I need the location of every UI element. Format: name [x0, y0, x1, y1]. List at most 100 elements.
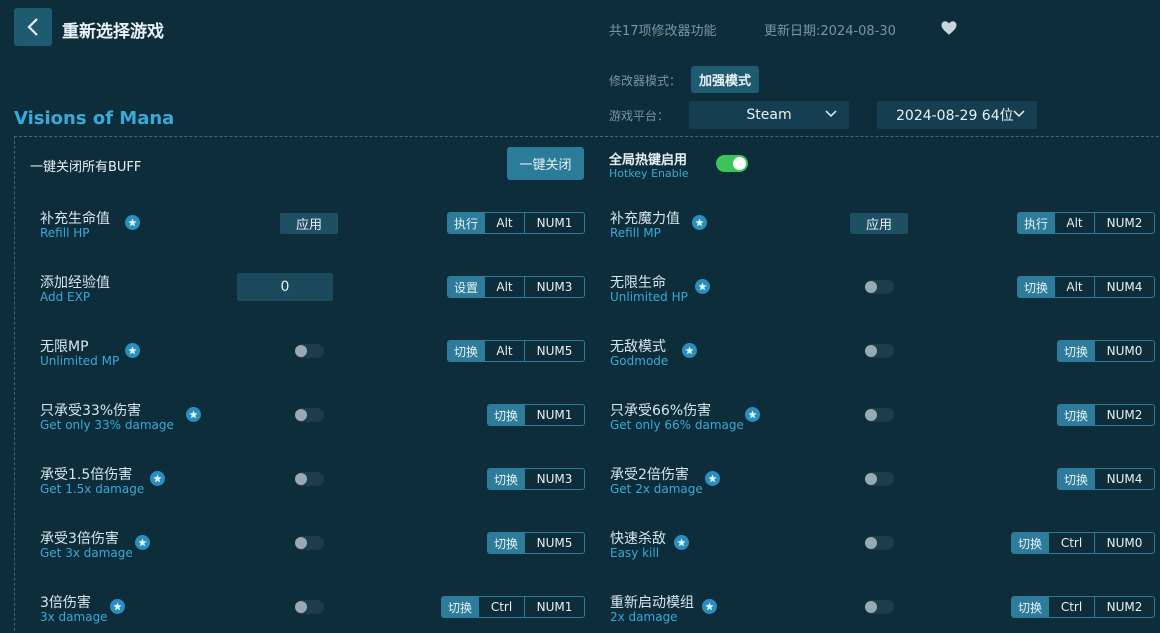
hotkey-group[interactable]: 切换 Ctrl NUM0 [1011, 532, 1156, 554]
hotkey-group[interactable]: 切换 NUM0 [1057, 340, 1156, 362]
hotkey-group[interactable]: 切换 NUM5 [487, 532, 586, 554]
hotkey-group[interactable]: 切换 Ctrl NUM1 [441, 596, 586, 618]
hotkey-action[interactable]: 执行 [1018, 213, 1055, 233]
hotkey-action[interactable]: 切换 [1012, 597, 1049, 617]
option-name: 补充魔力值 [610, 211, 680, 227]
star-icon[interactable] [682, 343, 697, 358]
option-name-en: Refill MP [610, 226, 661, 240]
option-toggle[interactable] [865, 472, 894, 486]
hotkey-key[interactable]: Alt [1054, 213, 1094, 233]
star-icon[interactable] [705, 471, 720, 486]
star-icon[interactable] [110, 599, 125, 614]
page-title[interactable]: 重新选择游戏 [62, 17, 164, 42]
hotkey-action[interactable]: 执行 [448, 213, 485, 233]
hotkey-key[interactable]: Alt [1054, 277, 1094, 297]
hotkey-key[interactable]: Ctrl [1048, 597, 1094, 617]
option-toggle[interactable] [295, 536, 324, 550]
hotkey-key[interactable]: NUM0 [1094, 533, 1154, 553]
hotkey-action[interactable]: 切换 [1018, 277, 1055, 297]
hotkey-action[interactable]: 切换 [1058, 341, 1095, 361]
hotkey-action[interactable]: 切换 [1012, 533, 1049, 553]
apply-button[interactable]: 应用 [850, 213, 908, 234]
star-icon[interactable] [125, 215, 140, 230]
hotkey-toggle[interactable] [716, 155, 748, 172]
hotkey-action[interactable]: 切换 [1058, 405, 1095, 425]
hotkey-action[interactable]: 切换 [442, 597, 479, 617]
hotkey-key[interactable]: NUM5 [524, 341, 584, 361]
option-toggle[interactable] [865, 536, 894, 550]
option-toggle[interactable] [295, 408, 324, 422]
hotkey-group[interactable]: 切换 NUM4 [1057, 468, 1156, 490]
hotkey-key[interactable]: NUM3 [524, 277, 584, 297]
option-name: 承受1.5倍伤害 [40, 467, 133, 483]
hotkey-group[interactable]: 切换 Alt NUM4 [1017, 276, 1156, 298]
heart-icon[interactable] [940, 19, 958, 37]
mode-badge[interactable]: 加强模式 [691, 66, 760, 93]
apply-button[interactable]: 应用 [280, 213, 338, 234]
star-icon[interactable] [674, 535, 689, 550]
option-toggle[interactable] [865, 280, 894, 294]
hotkey-group[interactable]: 执行 Alt NUM1 [447, 212, 586, 234]
hotkey-group[interactable]: 执行 Alt NUM2 [1017, 212, 1156, 234]
option-name-en: Unlimited HP [610, 290, 688, 304]
star-icon[interactable] [125, 343, 140, 358]
hotkey-group[interactable]: 切换 NUM3 [487, 468, 586, 490]
hotkey-group[interactable]: 切换 Alt NUM5 [447, 340, 586, 362]
hotkey-key[interactable]: Alt [484, 213, 524, 233]
hotkey-action[interactable]: 切换 [488, 405, 525, 425]
hotkey-key[interactable]: NUM5 [524, 533, 584, 553]
hotkey-key[interactable]: NUM2 [1094, 405, 1154, 425]
star-icon[interactable] [692, 215, 707, 230]
option-name: 只承受33%伤害 [40, 403, 142, 419]
hotkey-action[interactable]: 切换 [488, 533, 525, 553]
hotkey-key[interactable]: NUM0 [1094, 341, 1154, 361]
option-toggle[interactable] [295, 344, 324, 358]
exp-value-input[interactable] [237, 273, 333, 301]
hotkey-key[interactable]: Alt [484, 341, 524, 361]
all-off-button[interactable]: 一键关闭 [507, 147, 584, 180]
star-icon[interactable] [695, 279, 710, 294]
hotkey-action[interactable]: 切换 [448, 341, 485, 361]
star-icon[interactable] [135, 535, 150, 550]
hotkey-key[interactable]: Ctrl [1048, 533, 1094, 553]
back-button[interactable] [14, 8, 52, 46]
hotkey-action[interactable]: 切换 [1058, 469, 1095, 489]
hotkey-action[interactable]: 设置 [448, 277, 485, 297]
hotkey-key[interactable]: NUM1 [524, 213, 584, 233]
hotkey-key[interactable]: NUM1 [524, 597, 584, 617]
star-icon[interactable] [745, 407, 760, 422]
hotkey-key[interactable]: Ctrl [478, 597, 524, 617]
option-toggle[interactable] [865, 344, 894, 358]
hotkey-key[interactable]: NUM2 [1094, 213, 1154, 233]
star-icon[interactable] [702, 599, 717, 614]
option-toggle[interactable] [865, 600, 894, 614]
platform-value: Steam [746, 107, 792, 123]
option-name-en: 2x damage [610, 610, 678, 624]
options-panel [14, 136, 1160, 633]
hotkey-key[interactable]: NUM3 [524, 469, 584, 489]
hotkey-key[interactable]: NUM1 [524, 405, 584, 425]
hotkey-group[interactable]: 切换 NUM1 [487, 404, 586, 426]
option-toggle[interactable] [295, 472, 324, 486]
hotkey-key[interactable]: NUM4 [1094, 277, 1154, 297]
version-value: 2024-08-29 64位 [896, 108, 1014, 124]
option-name: 承受2倍伤害 [610, 467, 689, 483]
hotkey-key[interactable]: Alt [484, 277, 524, 297]
option-toggle[interactable] [865, 408, 894, 422]
platform-label: 游戏平台： [609, 109, 670, 123]
hotkey-key[interactable]: NUM4 [1094, 469, 1154, 489]
hotkey-group[interactable]: 切换 NUM2 [1057, 404, 1156, 426]
hotkey-key[interactable]: NUM2 [1094, 597, 1154, 617]
option-toggle[interactable] [295, 600, 324, 614]
option-name-en: Easy kill [610, 546, 660, 560]
chevron-down-icon [1013, 110, 1025, 118]
hotkey-action[interactable]: 切换 [488, 469, 525, 489]
platform-select[interactable]: Steam [689, 101, 849, 129]
option-name: 无敌模式 [610, 339, 666, 355]
star-icon[interactable] [150, 471, 165, 486]
option-name-en: Godmode [610, 354, 669, 368]
version-select[interactable]: 2024-08-29 64位 [877, 101, 1037, 129]
star-icon[interactable] [186, 407, 201, 422]
hotkey-group[interactable]: 切换 Ctrl NUM2 [1011, 596, 1156, 618]
hotkey-group[interactable]: 设置 Alt NUM3 [447, 276, 586, 298]
